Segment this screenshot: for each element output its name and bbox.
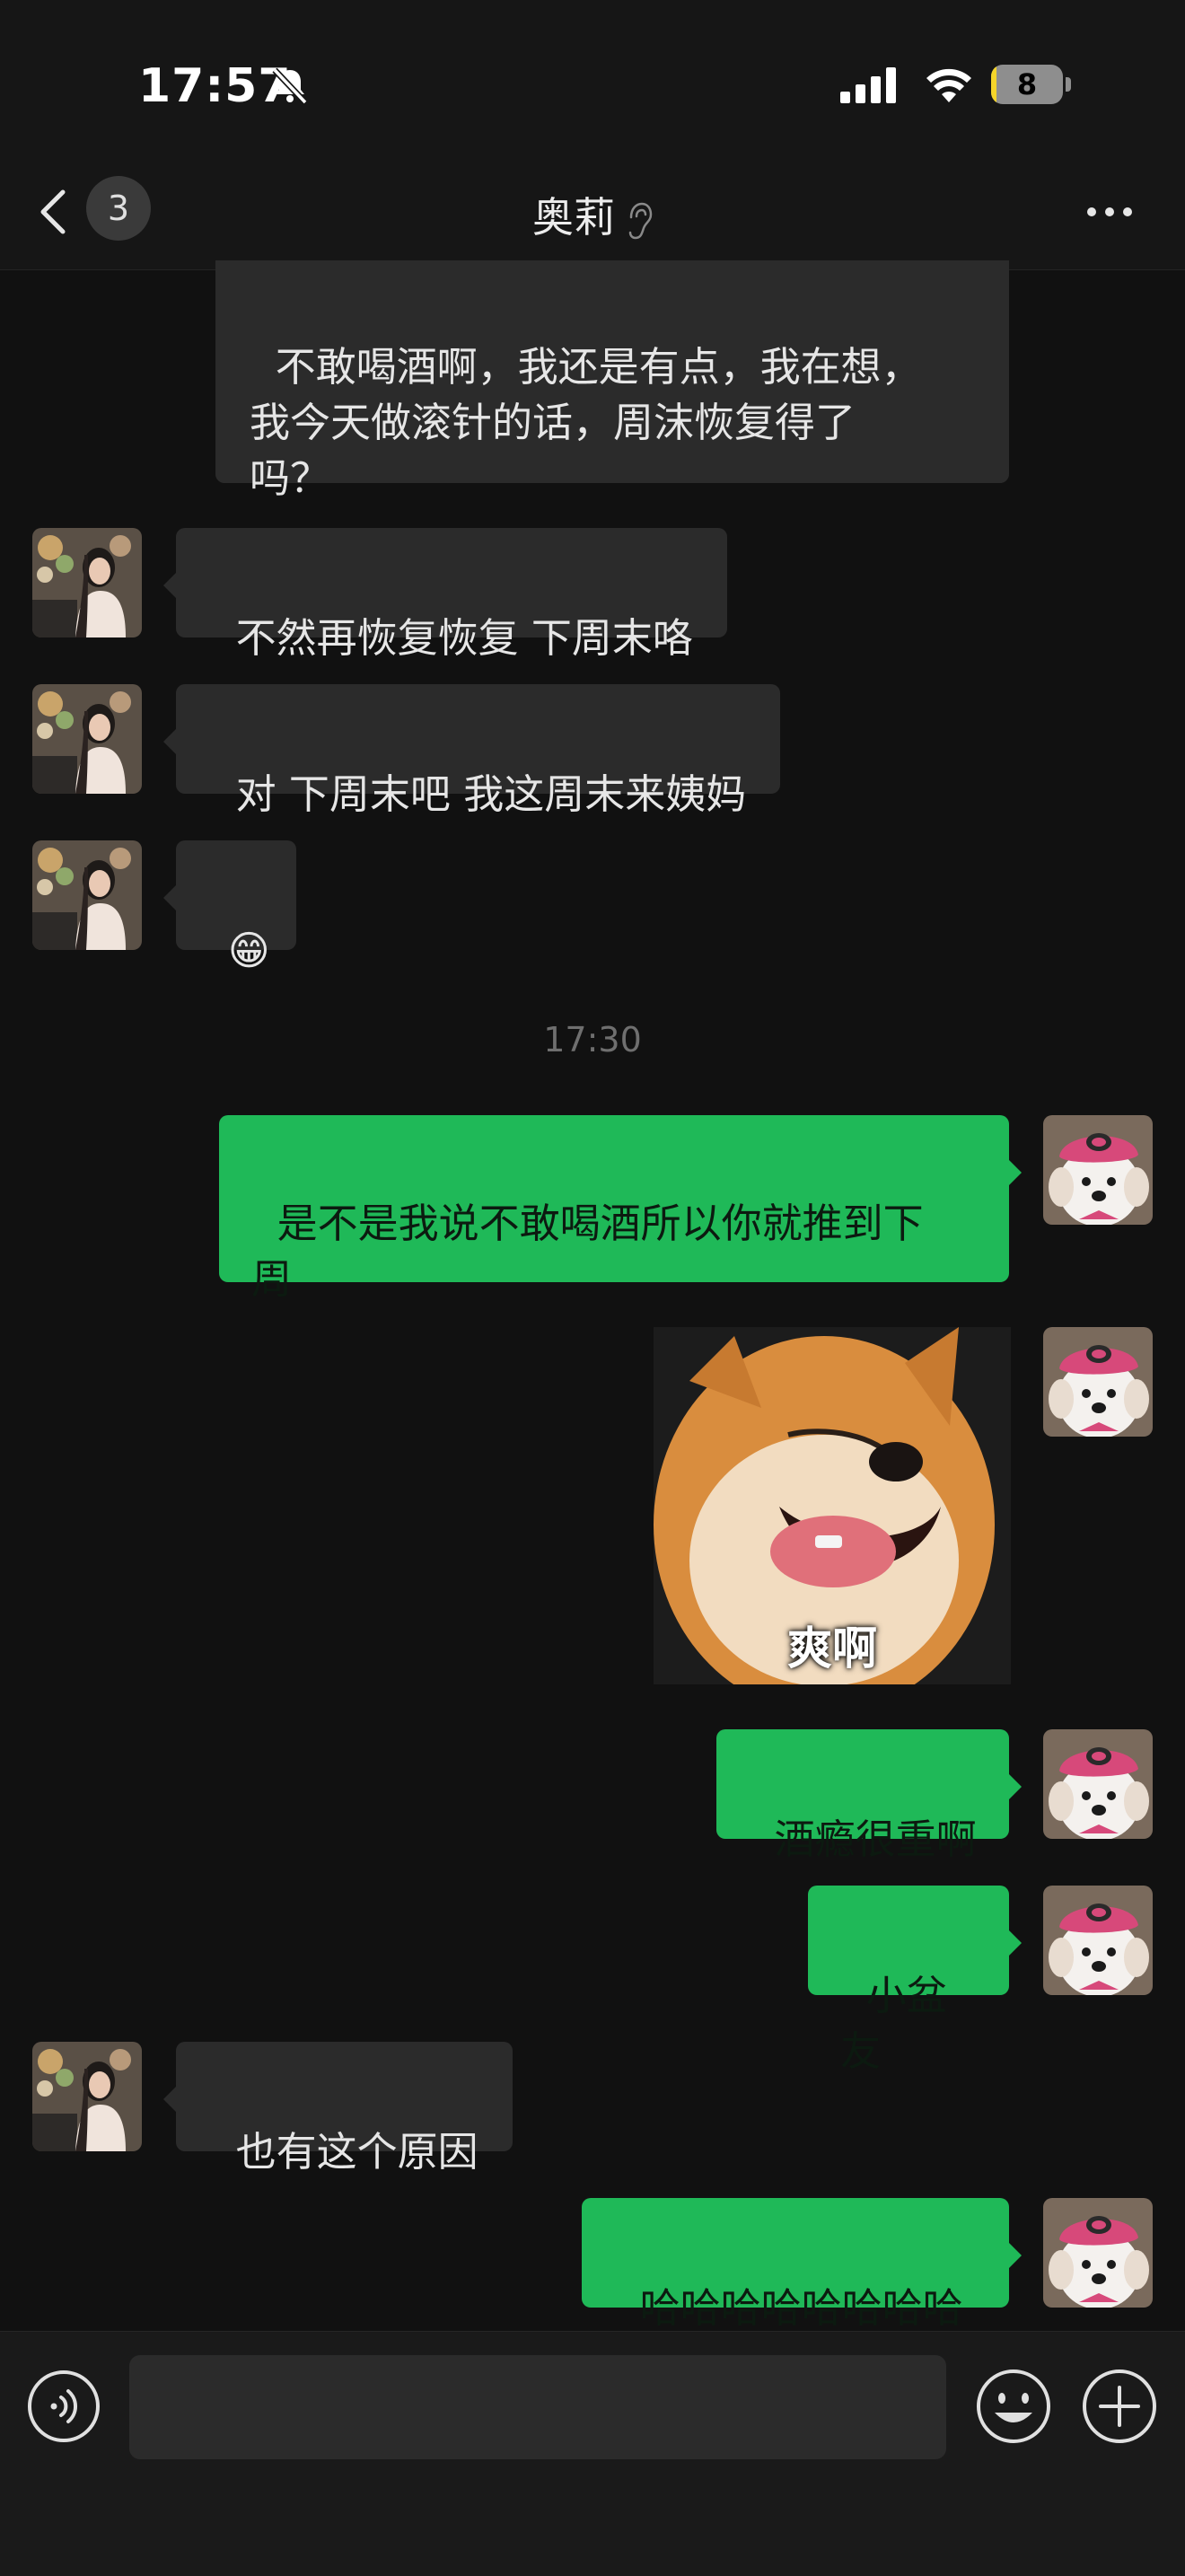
message-bubble-outgoing[interactable]: 小盆友 <box>808 1886 1022 2075</box>
my-avatar[interactable] <box>1043 1729 1153 1839</box>
message-bubble-incoming[interactable]: 😁 <box>163 840 296 974</box>
contact-avatar-image <box>32 2042 142 2151</box>
contact-avatar-image <box>32 528 142 637</box>
contact-avatar-image <box>32 684 142 794</box>
my-avatar-image <box>1043 1115 1153 1225</box>
message-text: 哈哈哈哈哈哈哈哈 <box>639 2284 963 2332</box>
bell-muted-icon <box>272 67 308 105</box>
status-bar: 17:57 8 <box>0 0 1185 153</box>
message-bubble-incoming[interactable]: 不敢喝酒啊，我还是有点，我在想， 我今天做滚针的话，周沫恢复得了 吗？ <box>215 260 1009 502</box>
message-text: 酒瘾很重啊 <box>774 1816 977 1863</box>
contact-avatar-image <box>32 840 142 950</box>
message-bubble-incoming[interactable]: 不然再恢复恢复 下周末咯 <box>163 528 727 662</box>
sticker-image[interactable]: 爽啊 <box>654 1327 1011 1684</box>
emoji-icon[interactable] <box>975 2368 1052 2445</box>
voice-input-icon[interactable] <box>27 2369 101 2443</box>
battery-percent: 8 <box>1016 67 1038 101</box>
message-input-bar <box>0 2331 1185 2576</box>
status-time: 17:57 <box>138 59 292 113</box>
message-bubble-incoming[interactable]: 对 下周末吧 我这周末来姨妈 <box>162 684 781 818</box>
battery-indicator: 8 <box>991 65 1074 106</box>
contact-avatar[interactable] <box>32 684 142 794</box>
ear-receiver-icon <box>628 202 653 239</box>
wifi-icon <box>926 68 971 102</box>
contact-avatar[interactable] <box>32 528 142 637</box>
contact-avatar[interactable] <box>32 840 142 950</box>
my-avatar-image <box>1043 2198 1153 2308</box>
message-timestamp: 17:30 <box>543 1020 642 1059</box>
message-text: 是不是我说不敢喝酒所以你就推到下 周 <box>251 1200 924 1303</box>
message-bubble-outgoing[interactable]: 是不是我说不敢喝酒所以你就推到下 周 <box>219 1115 1022 1303</box>
my-avatar-image <box>1043 1886 1153 1995</box>
plus-icon[interactable] <box>1081 2368 1158 2445</box>
message-text: 对 下周末吧 我这周末来姨妈 <box>235 770 747 818</box>
message-bubble-outgoing[interactable]: 哈哈哈哈哈哈哈哈 <box>582 2198 1022 2332</box>
more-options-icon[interactable] <box>1083 194 1137 230</box>
my-avatar[interactable] <box>1043 2198 1153 2308</box>
contact-name: 奥莉 <box>532 193 615 242</box>
my-avatar[interactable] <box>1043 1115 1153 1225</box>
message-text: 不敢喝酒啊，我还是有点，我在想， 我今天做滚针的话，周沫恢复得了 吗？ <box>250 343 922 502</box>
chat-title: 奥莉 <box>0 185 1185 244</box>
cellular-signal-icon <box>840 67 896 103</box>
message-text: 小盆友 <box>840 1972 947 2075</box>
message-text: 不然再恢复恢复 下周末咯 <box>235 614 693 662</box>
sticker-caption: 爽啊 <box>787 1622 877 1675</box>
grinning-emoji: 😁 <box>227 927 270 974</box>
my-avatar[interactable] <box>1043 1886 1153 1995</box>
my-avatar-image <box>1043 1327 1153 1437</box>
message-input[interactable] <box>129 2355 946 2459</box>
message-bubble-incoming[interactable]: 也有这个原因 <box>163 2042 513 2176</box>
my-avatar-image <box>1043 1729 1153 1839</box>
chat-header: 3 奥莉 <box>0 153 1185 270</box>
message-bubble-outgoing[interactable]: 酒瘾很重啊 <box>716 1729 1022 1863</box>
message-text: 也有这个原因 <box>235 2128 478 2176</box>
contact-avatar[interactable] <box>32 2042 142 2151</box>
my-avatar[interactable] <box>1043 1327 1153 1437</box>
